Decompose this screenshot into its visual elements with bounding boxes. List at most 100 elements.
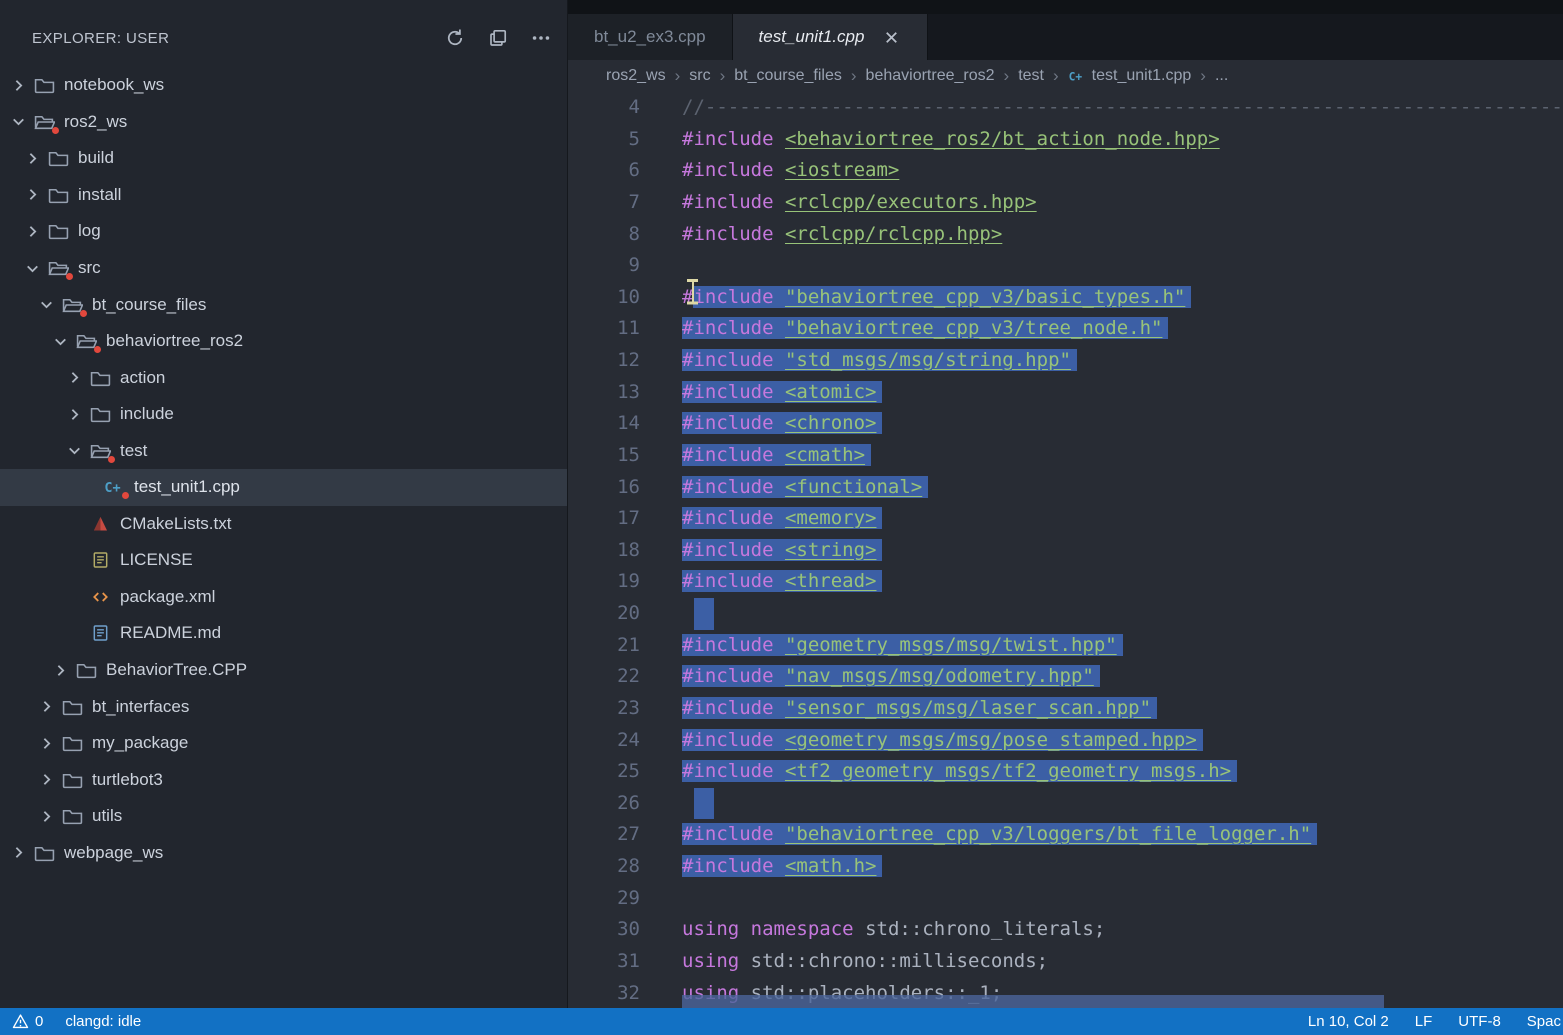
chevron-right-icon[interactable] — [66, 369, 83, 386]
line-number[interactable]: 9 — [568, 250, 640, 282]
tab-test-unit1-cpp[interactable]: test_unit1.cpp — [733, 14, 929, 60]
tree-item-webpage-ws[interactable]: webpage_ws — [0, 834, 567, 871]
breadcrumb-item-bt-course-files[interactable]: bt_course_files — [734, 67, 842, 85]
tree-item-behaviortree-ros2[interactable]: behaviortree_ros2 — [0, 323, 567, 360]
chevron-right-icon[interactable] — [24, 223, 41, 240]
tree-item-behaviortree-cpp[interactable]: BehaviorTree.CPP — [0, 652, 567, 689]
code-line[interactable]: 6#include <iostream> — [568, 155, 1563, 187]
breadcrumb-item-ros2-ws[interactable]: ros2_ws — [606, 67, 666, 85]
chevron-down-icon[interactable] — [24, 260, 41, 277]
line-number[interactable]: 14 — [568, 408, 640, 440]
chevron-right-icon[interactable] — [10, 77, 27, 94]
code-line[interactable]: 13#include <atomic> — [568, 377, 1563, 409]
code-line[interactable]: 18#include <string> — [568, 535, 1563, 567]
breadcrumb-item-test-unit1-cpp[interactable]: C+test_unit1.cpp — [1068, 67, 1192, 85]
chevron-right-icon[interactable] — [10, 844, 27, 861]
line-number[interactable]: 18 — [568, 535, 640, 567]
breadcrumb-item-test[interactable]: test — [1018, 67, 1044, 85]
code-line[interactable]: 25#include <tf2_geometry_msgs/tf2_geomet… — [568, 756, 1563, 788]
code-line[interactable]: 28#include <math.h> — [568, 851, 1563, 883]
line-number[interactable]: 24 — [568, 725, 640, 757]
chevron-right-icon[interactable] — [24, 186, 41, 203]
open-editors-icon[interactable] — [488, 28, 508, 48]
tree-item-bt-course-files[interactable]: bt_course_files — [0, 286, 567, 323]
code-line[interactable]: 29 — [568, 883, 1563, 915]
chevron-right-icon[interactable] — [38, 735, 55, 752]
breadcrumb-item-ellipsis[interactable]: ... — [1215, 67, 1228, 85]
breadcrumb-item-behaviortree-ros2[interactable]: behaviortree_ros2 — [866, 67, 995, 85]
chevron-right-icon[interactable] — [24, 150, 41, 167]
code-line[interactable]: 9 — [568, 250, 1563, 282]
breadcrumb-item-src[interactable]: src — [689, 67, 710, 85]
lsp-status[interactable]: clangd: idle — [65, 1013, 141, 1030]
line-number[interactable]: 30 — [568, 914, 640, 946]
line-number[interactable]: 22 — [568, 661, 640, 693]
encoding-indicator[interactable]: UTF-8 — [1458, 1013, 1501, 1030]
code-line[interactable]: 22#include "nav_msgs/msg/odometry.hpp" — [568, 661, 1563, 693]
tree-item-log[interactable]: log — [0, 213, 567, 250]
code-line[interactable]: 10#include "behaviortree_cpp_v3/basic_ty… — [568, 282, 1563, 314]
cursor-position[interactable]: Ln 10, Col 2 — [1308, 1013, 1389, 1030]
line-number[interactable]: 32 — [568, 978, 640, 1009]
indent-indicator[interactable]: Spac — [1527, 1013, 1561, 1030]
code-line[interactable]: 30using namespace std::chrono_literals; — [568, 914, 1563, 946]
more-actions-icon[interactable] — [531, 28, 551, 48]
line-number[interactable]: 8 — [568, 219, 640, 251]
code-line[interactable]: 17#include <memory> — [568, 503, 1563, 535]
line-number[interactable]: 21 — [568, 630, 640, 662]
chevron-right-icon[interactable] — [38, 698, 55, 715]
tree-item-cmakelists-txt[interactable]: CMakeLists.txt — [0, 506, 567, 543]
code-line[interactable]: 16#include <functional> — [568, 472, 1563, 504]
tree-item-action[interactable]: action — [0, 359, 567, 396]
tree-item-utils[interactable]: utils — [0, 798, 567, 835]
line-number[interactable]: 31 — [568, 946, 640, 978]
line-number[interactable]: 23 — [568, 693, 640, 725]
tree-item-src[interactable]: src — [0, 250, 567, 287]
eol-indicator[interactable]: LF — [1415, 1013, 1433, 1030]
problems-indicator[interactable]: 0 — [12, 1013, 43, 1030]
line-number[interactable]: 13 — [568, 377, 640, 409]
close-icon[interactable] — [882, 28, 901, 47]
code-line[interactable]: 8#include <rclcpp/rclcpp.hpp> — [568, 219, 1563, 251]
tree-item-ros2-ws[interactable]: ros2_ws — [0, 104, 567, 141]
chevron-right-icon[interactable] — [66, 406, 83, 423]
line-number[interactable]: 5 — [568, 124, 640, 156]
code-line[interactable]: 5#include <behaviortree_ros2/bt_action_n… — [568, 124, 1563, 156]
horizontal-scrollbar[interactable] — [682, 995, 1384, 1008]
tree-item-package-xml[interactable]: package.xml — [0, 579, 567, 616]
line-number[interactable]: 17 — [568, 503, 640, 535]
line-number[interactable]: 10 — [568, 282, 640, 314]
code-line[interactable]: 20 — [568, 598, 1563, 630]
chevron-down-icon[interactable] — [66, 442, 83, 459]
tree-item-my-package[interactable]: my_package — [0, 725, 567, 762]
chevron-right-icon[interactable] — [38, 808, 55, 825]
code-line[interactable]: 14#include <chrono> — [568, 408, 1563, 440]
tab-bt-u2-ex3-cpp[interactable]: bt_u2_ex3.cpp — [568, 14, 733, 60]
line-number[interactable]: 16 — [568, 472, 640, 504]
line-number[interactable]: 12 — [568, 345, 640, 377]
line-number[interactable]: 26 — [568, 788, 640, 820]
chevron-right-icon[interactable] — [52, 662, 69, 679]
code-line[interactable]: 27#include "behaviortree_cpp_v3/loggers/… — [568, 819, 1563, 851]
code-line[interactable]: 11#include "behaviortree_cpp_v3/tree_nod… — [568, 313, 1563, 345]
tree-item-license[interactable]: LICENSE — [0, 542, 567, 579]
tree-item-bt-interfaces[interactable]: bt_interfaces — [0, 688, 567, 725]
code-line[interactable]: 7#include <rclcpp/executors.hpp> — [568, 187, 1563, 219]
line-number[interactable]: 28 — [568, 851, 640, 883]
code-editor[interactable]: 4//-------------------------------------… — [568, 92, 1563, 1008]
code-line[interactable]: 19#include <thread> — [568, 566, 1563, 598]
tree-item-include[interactable]: include — [0, 396, 567, 433]
tree-item-test[interactable]: test — [0, 432, 567, 469]
tree-item-install[interactable]: install — [0, 177, 567, 214]
chevron-down-icon[interactable] — [38, 296, 55, 313]
line-number[interactable]: 29 — [568, 883, 640, 915]
tree-item-notebook-ws[interactable]: notebook_ws — [0, 67, 567, 104]
tree-item-test-unit1-cpp[interactable]: C+test_unit1.cpp — [0, 469, 567, 506]
tree-item-readme-md[interactable]: README.md — [0, 615, 567, 652]
chevron-right-icon[interactable] — [38, 771, 55, 788]
line-number[interactable]: 27 — [568, 819, 640, 851]
line-number[interactable]: 4 — [568, 92, 640, 124]
line-number[interactable]: 25 — [568, 756, 640, 788]
tree-item-build[interactable]: build — [0, 140, 567, 177]
chevron-down-icon[interactable] — [52, 333, 69, 350]
